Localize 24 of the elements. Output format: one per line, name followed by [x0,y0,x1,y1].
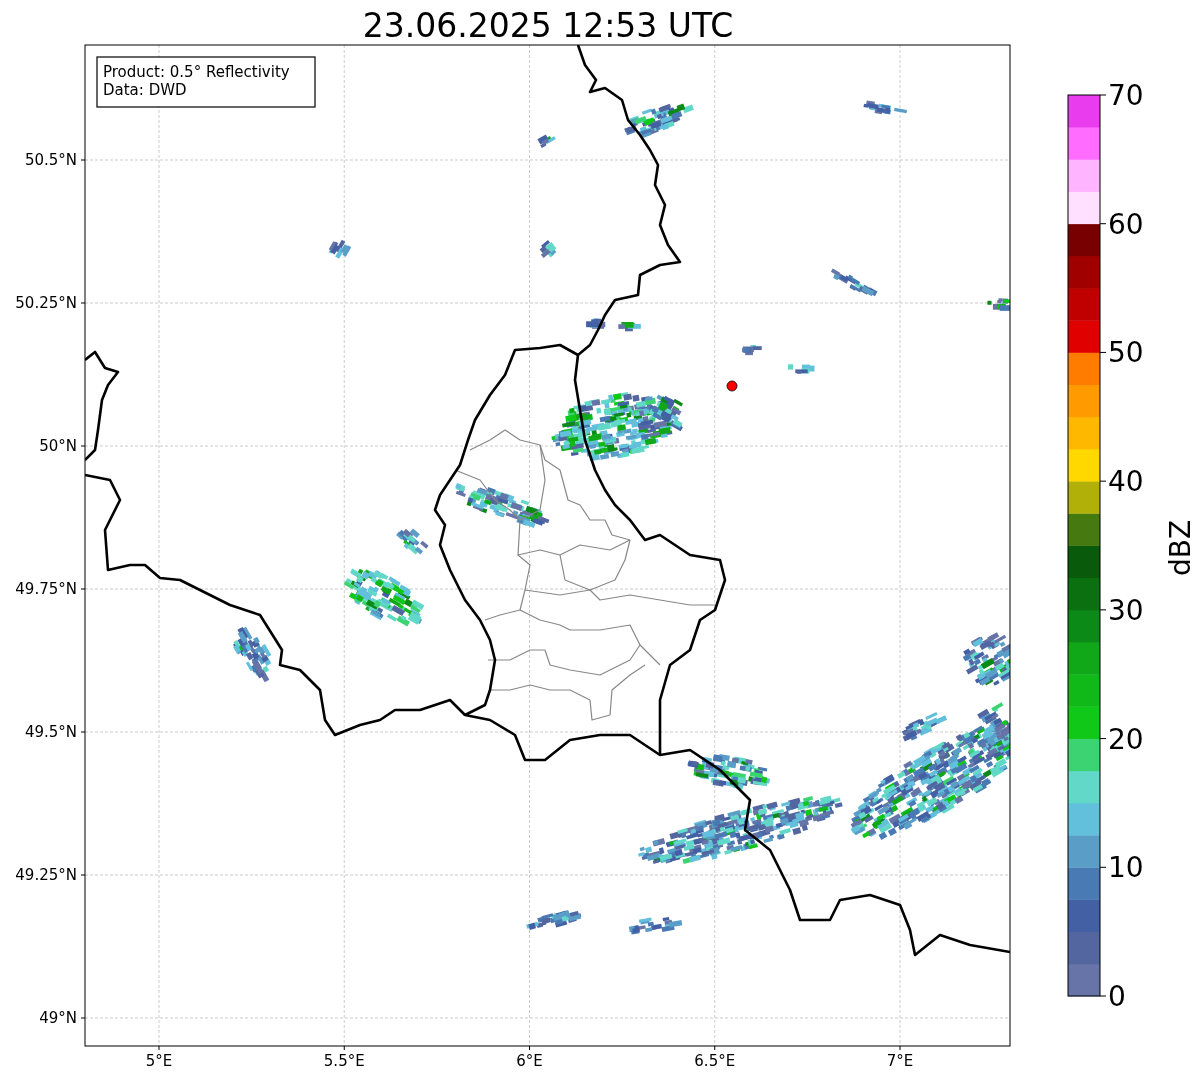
y-tick-label: 49.75°N [15,580,77,598]
colorbar-tick-label: 70 [1108,79,1144,112]
colorbar-tick-label: 30 [1108,593,1144,627]
x-tick-label: 6°E [516,1052,543,1070]
x-tick-label: 6.5°E [694,1052,736,1070]
colorbar-tick-label: 40 [1108,465,1144,499]
y-tick-label: 49.5°N [24,723,77,741]
y-tick-label: 50.5°N [24,151,77,169]
info-text: Data: DWD [103,81,187,99]
colorbar-label: dBZ [1164,519,1197,577]
chart-title: 23.06.2025 12:53 UTC [362,6,734,45]
y-tick-label: 50°N [39,437,77,455]
x-tick-label: 5.5°E [323,1052,365,1070]
colorbar-tick-label: 20 [1108,722,1144,756]
x-tick-label: 5°E [145,1052,173,1070]
colorbar-tick-label: 0 [1108,980,1126,1013]
colorbar-tick-label: 60 [1108,207,1144,241]
y-tick-label: 49.25°N [15,866,77,884]
info-text: Product: 0.5° Reflectivity [103,63,290,81]
colorbar-tick-label: 10 [1108,851,1144,885]
colorbar-tick-label: 50 [1108,336,1144,370]
x-tick-label: 7°E [886,1052,914,1070]
y-tick-label: 50.25°N [15,294,77,312]
y-tick-label: 49°N [39,1009,77,1027]
